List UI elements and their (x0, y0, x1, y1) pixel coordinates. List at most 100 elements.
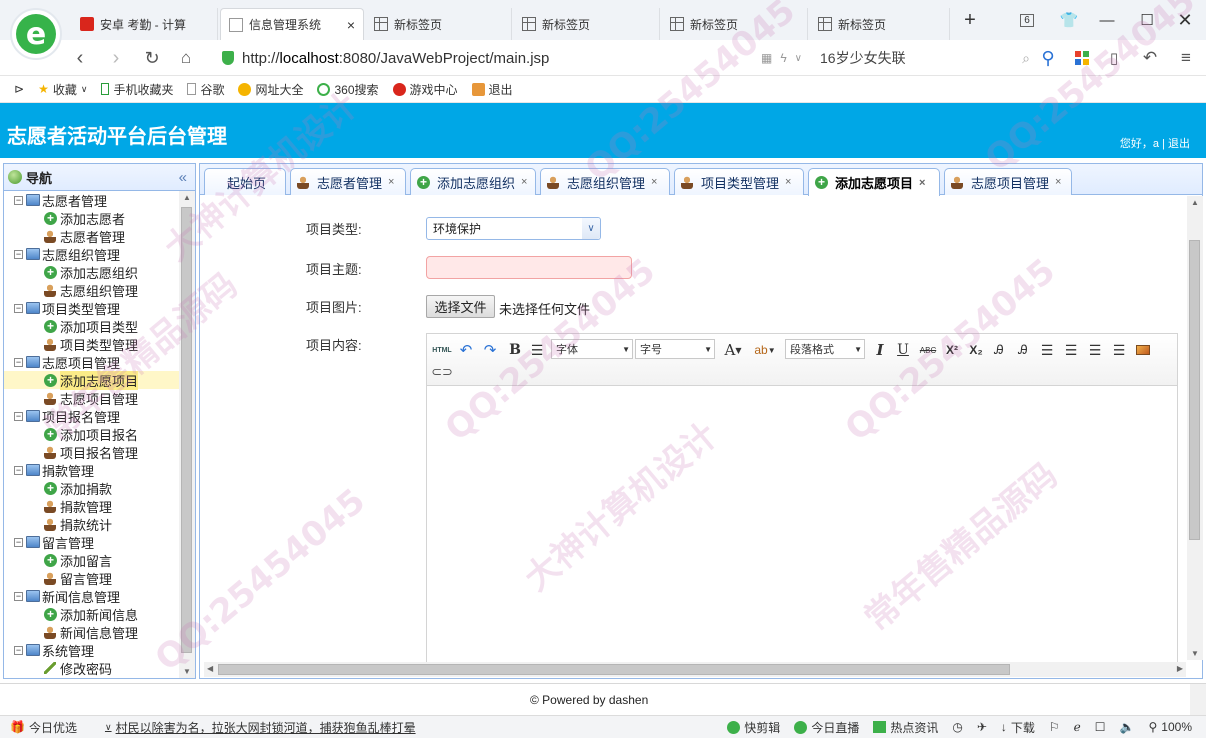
subject-input[interactable] (426, 256, 632, 279)
volume-icon[interactable]: 🔈 (1120, 720, 1135, 734)
collapse-toggle-icon[interactable]: − (14, 537, 23, 547)
minimize-button[interactable]: — (1092, 8, 1122, 32)
browser-tab-active[interactable]: 信息管理系统 × (220, 8, 364, 40)
close-window-button[interactable]: ✕ (1170, 8, 1200, 32)
font-color-button[interactable]: A ▼ (721, 340, 745, 360)
nav-group[interactable]: − 新闻信息管理 (4, 587, 179, 605)
content-tab[interactable]: 志愿者管理 × (290, 168, 406, 195)
bold-button[interactable]: B (507, 340, 523, 360)
logout-link[interactable]: 退出 (1168, 138, 1190, 150)
nav-group[interactable]: − 捐款管理 (4, 461, 179, 479)
main-vscrollbar[interactable]: ▲ ▼ (1187, 196, 1203, 660)
browser-tab[interactable]: 新标签页 (366, 8, 512, 40)
url-field[interactable]: http://localhost:8080/JavaWebProject/mai… (222, 44, 802, 72)
content-tab[interactable]: 志愿项目管理 × (944, 168, 1072, 195)
sidebar-toggle-icon[interactable]: ⊳ (14, 82, 24, 96)
status-item-news[interactable]: 热点资讯 (873, 719, 938, 736)
nav-item[interactable]: + 添加留言 (4, 551, 179, 569)
nav-item[interactable]: 留言管理 (4, 569, 179, 587)
browser-tab[interactable]: 安卓 考勤 - 计算 (72, 8, 218, 40)
collapse-toggle-icon[interactable]: − (14, 195, 23, 205)
close-tab-icon[interactable]: × (785, 176, 791, 188)
status-item-live[interactable]: 今日直播 (794, 719, 859, 736)
underline-button[interactable]: U (895, 340, 911, 360)
strikethrough-button[interactable]: ABC (917, 340, 939, 360)
browser-tab[interactable]: 新标签页 (662, 8, 808, 40)
justify-icon[interactable]: ☰ (1111, 340, 1127, 360)
scroll-right-icon[interactable]: ▶ (1177, 664, 1183, 673)
search-box[interactable]: 16岁少女失联 ⌕ (820, 44, 1030, 72)
nav-item[interactable]: + 添加项目报名 (4, 425, 179, 443)
collapse-toggle-icon[interactable]: − (14, 465, 23, 475)
collapse-toggle-icon[interactable]: − (14, 303, 23, 313)
flag-icon[interactable]: ⚐ (1049, 720, 1060, 734)
italic-button[interactable]: I (873, 340, 887, 360)
highlight-icon[interactable]: ab ▼ (751, 340, 779, 360)
type-select[interactable]: 环境保护 ∨ (426, 217, 601, 240)
nav-item[interactable]: + 添加新闻信息 (4, 605, 179, 623)
nav-group[interactable]: − 志愿者管理 (4, 191, 179, 209)
bookmark-mobile[interactable]: 手机收藏夹 (101, 81, 173, 98)
subscript-button[interactable]: X₂ (967, 340, 985, 360)
chevron-down-icon[interactable]: ∨ (795, 53, 802, 64)
nav-item[interactable]: 捐款管理 (4, 497, 179, 515)
collapse-toggle-icon[interactable]: − (14, 411, 23, 421)
menu-icon[interactable]: ≡ (1172, 44, 1200, 72)
nav-item[interactable]: 志愿组织管理 (4, 281, 179, 299)
html-button[interactable]: HTML (431, 340, 453, 360)
bookmark-google[interactable]: 谷歌 (187, 81, 224, 98)
choose-file-button[interactable]: 选择文件 (426, 295, 495, 318)
clear-style-icon[interactable]: Ꭿ (1015, 340, 1031, 360)
nav-scrollbar[interactable]: ▲ ▼ (179, 191, 195, 678)
bookmark-exit[interactable]: 退出 (471, 81, 513, 98)
refresh-button[interactable]: ↻ (138, 44, 166, 72)
main-scroll-thumb[interactable] (1189, 240, 1200, 540)
undo-icon[interactable]: ↶ (1136, 44, 1164, 72)
scroll-up-icon[interactable]: ▲ (1191, 198, 1199, 207)
nav-scroll-thumb[interactable] (181, 207, 192, 653)
nav-group[interactable]: − 志愿组织管理 (4, 245, 179, 263)
remove-format-icon[interactable]: ☰ (529, 340, 545, 360)
main-hscrollbar[interactable]: ◀ ▶ (204, 662, 1186, 677)
font-size-select[interactable]: 字号 ▼ (635, 339, 715, 359)
lightning-icon[interactable]: ϟ (780, 51, 786, 65)
superscript-button[interactable]: X² (943, 340, 961, 360)
browser-tab[interactable]: 新标签页 (810, 8, 950, 40)
apps-icon[interactable] (1068, 44, 1096, 72)
search-icon[interactable]: ⚲ (1034, 44, 1062, 72)
nav-item[interactable]: 修改密码 (4, 659, 179, 677)
back-button[interactable]: ‹ (66, 44, 94, 72)
bookmark-360[interactable]: 360搜索 (317, 81, 379, 98)
browser-logo[interactable]: e (10, 8, 62, 60)
nav-item[interactable]: + 添加志愿者 (4, 209, 179, 227)
clear-format-icon[interactable]: Ꭿ (991, 340, 1007, 360)
align-left-icon[interactable]: ☰ (1039, 340, 1055, 360)
new-tab-button[interactable]: + (955, 8, 985, 32)
today-picks[interactable]: 🎁 今日优选 (10, 719, 77, 736)
status-item-clip[interactable]: 快剪辑 (727, 719, 780, 736)
scroll-left-icon[interactable]: ◀ (207, 664, 213, 673)
shirt-icon[interactable]: 👕 (1054, 8, 1084, 32)
collapse-toggle-icon[interactable]: − (14, 249, 23, 259)
close-tab-icon[interactable]: × (347, 17, 355, 33)
nav-item[interactable]: 志愿项目管理 (4, 389, 179, 407)
close-tab-icon[interactable]: × (1055, 176, 1061, 188)
collapse-toggle-icon[interactable]: − (14, 591, 23, 601)
nav-group[interactable]: − 项目类型管理 (4, 299, 179, 317)
forward-button[interactable]: › (102, 44, 130, 72)
history-icon[interactable]: ◷ (952, 720, 962, 734)
phone-icon[interactable]: ▯ (1100, 44, 1128, 72)
qr-icon[interactable]: ▦ (761, 51, 772, 65)
bookmark-games[interactable]: 游戏中心 (392, 81, 458, 98)
content-tab[interactable]: 起始页 (204, 168, 286, 195)
nav-group[interactable]: − 系统管理 (4, 641, 179, 659)
download-item[interactable]: ↓ 下载 (1001, 719, 1035, 736)
close-tab-icon[interactable]: × (919, 177, 925, 189)
tab-count-button[interactable]: 6 (1012, 8, 1042, 32)
paragraph-select[interactable]: 段落格式 ▼ (785, 339, 865, 359)
nav-item[interactable]: + 添加志愿项目 (4, 370, 179, 390)
pin-icon[interactable]: ✈ (977, 720, 987, 734)
home-button[interactable]: ⌂ (172, 44, 200, 72)
news-ticker[interactable]: ∨ 村民以除害为名，拉张大网封锁河道，捕获狍鱼乱棒打晕 (105, 719, 416, 736)
close-tab-icon[interactable]: × (651, 176, 657, 188)
